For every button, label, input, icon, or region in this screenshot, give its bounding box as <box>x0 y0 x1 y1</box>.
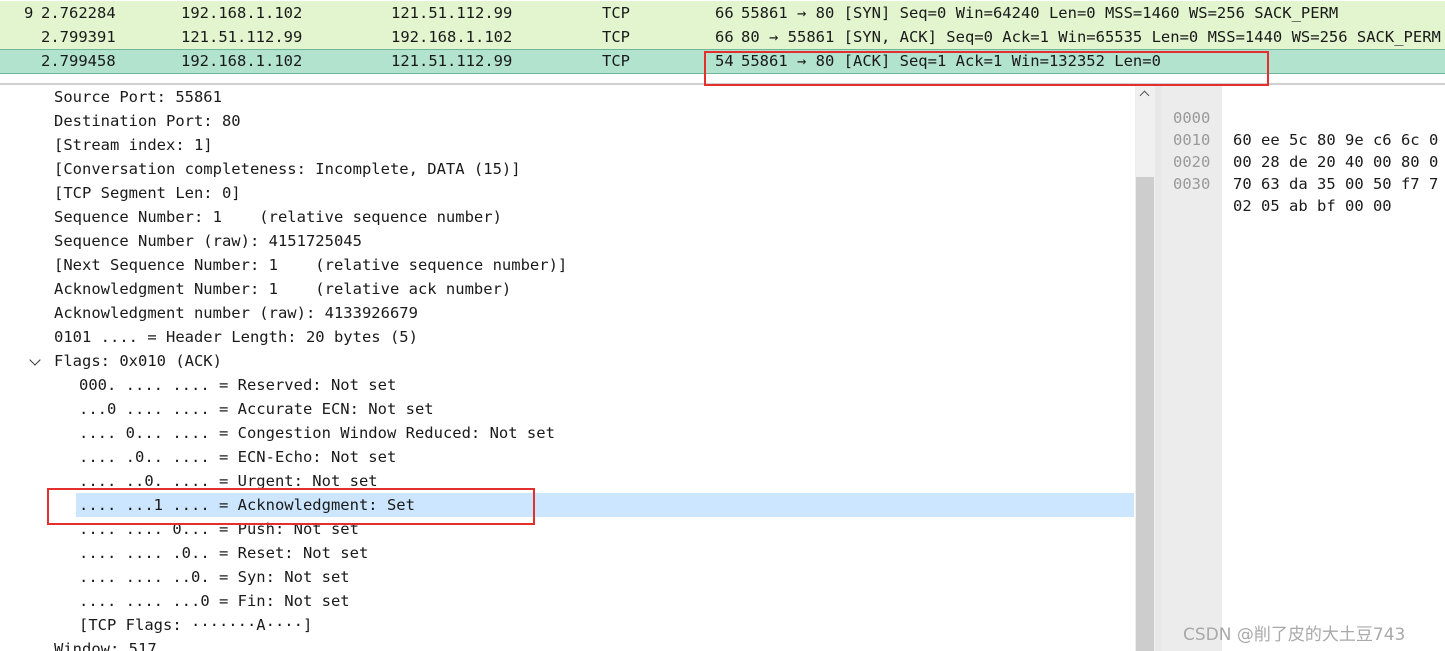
tree-item[interactable]: Acknowledgment number (raw): 4133926679 <box>0 301 1135 325</box>
scroll-up-icon[interactable] <box>1139 90 1150 101</box>
tree-item-flags[interactable]: Flags: 0x010 (ACK) <box>0 349 1135 373</box>
tree-item-label: .... .... ..0. = Syn: Not set <box>79 568 350 586</box>
tree-subitem[interactable]: .... .... ...0 = Fin: Not set <box>0 589 1135 613</box>
packet-row[interactable]: 9 2.762284 192.168.1.102 121.51.112.99 T… <box>0 1 1445 25</box>
bytes-row[interactable]: 0020 70 63 da 35 00 50 f7 7 <box>1162 129 1438 193</box>
tree-item-label: Acknowledgment number (raw): 4133926679 <box>54 304 418 322</box>
packet-info: 80 → 55861 [SYN, ACK] Seq=0 Ack=1 Win=65… <box>741 28 1441 46</box>
tree-subitem[interactable]: .... .... .0.. = Reset: Not set <box>0 541 1135 565</box>
tree-item-label: [TCP Flags: ·······A····] <box>79 616 313 634</box>
tree-item[interactable]: Acknowledgment Number: 1 (relative ack n… <box>0 277 1135 301</box>
tree-item-label: Sequence Number (raw): 4151725045 <box>54 232 362 250</box>
chevron-down-icon[interactable] <box>29 354 41 366</box>
packet-row[interactable]: 2.799391 121.51.112.99 192.168.1.102 TCP… <box>0 25 1445 49</box>
byte-hex: 00 28 de 20 40 00 80 0 <box>1233 153 1439 171</box>
annotation-box-ack-info <box>704 51 1269 86</box>
packet-destination: 121.51.112.99 <box>391 52 513 70</box>
packet-destination: 121.51.112.99 <box>391 4 513 22</box>
tree-item-label: Destination Port: 80 <box>54 112 241 130</box>
tree-item-label: Flags: 0x010 (ACK) <box>54 352 222 370</box>
tree-item-label: [Next Sequence Number: 1 (relative seque… <box>54 256 568 274</box>
tree-subitem[interactable]: .... 0... .... = Congestion Window Reduc… <box>0 421 1135 445</box>
tree-item[interactable]: [Next Sequence Number: 1 (relative seque… <box>0 253 1135 277</box>
bytes-row[interactable]: 0010 00 28 de 20 40 00 80 0 <box>1162 107 1438 171</box>
packet-source: 192.168.1.102 <box>181 52 303 70</box>
tree-item-label: Source Port: 55861 <box>54 88 222 106</box>
tree-item[interactable]: Sequence Number: 1 (relative sequence nu… <box>0 205 1135 229</box>
byte-hex: 60 ee 5c 80 9e c6 6c 0 <box>1233 131 1439 149</box>
tree-subitem[interactable]: ...0 .... .... = Accurate ECN: Not set <box>0 397 1135 421</box>
tree-item[interactable]: Window: 517 <box>0 637 1135 651</box>
tree-item-label: ...0 .... .... = Accurate ECN: Not set <box>79 400 434 418</box>
packet-length: 66 <box>715 28 734 46</box>
tree-item-label: 0101 .... = Header Length: 20 bytes (5) <box>54 328 418 346</box>
tree-item[interactable]: Destination Port: 80 <box>0 109 1135 133</box>
packet-protocol: TCP <box>602 4 630 22</box>
packet-source: 192.168.1.102 <box>181 4 303 22</box>
packet-info: 55861 → 80 [SYN] Seq=0 Win=64240 Len=0 M… <box>741 4 1339 22</box>
tree-item-label: .... .... .0.. = Reset: Not set <box>79 544 369 562</box>
tree-item-label: Sequence Number: 1 (relative sequence nu… <box>54 208 502 226</box>
tree-item-label: [Stream index: 1] <box>54 136 213 154</box>
byte-hex: 70 63 da 35 00 50 f7 7 <box>1233 175 1439 193</box>
byte-hex: 02 05 ab bf 00 00 <box>1233 197 1392 215</box>
tree-item[interactable]: [TCP Segment Len: 0] <box>0 181 1135 205</box>
packet-time: 2.799458 <box>41 52 116 70</box>
watermark: CSDN @削了皮的大土豆743 <box>1183 625 1406 645</box>
annotation-box-ack-flag <box>47 488 535 525</box>
pane-splitter-vertical[interactable] <box>1155 85 1162 651</box>
packet-details-pane[interactable]: Source Port: 55861 Destination Port: 80 … <box>0 85 1135 651</box>
tree-item-label: .... .0.. .... = ECN-Echo: Not set <box>79 448 397 466</box>
bytes-row[interactable]: 0000 60 ee 5c 80 9e c6 6c 0 <box>1162 85 1438 149</box>
packet-destination: 192.168.1.102 <box>391 28 513 46</box>
packet-source: 121.51.112.99 <box>181 28 303 46</box>
packet-time: 2.762284 <box>41 4 116 22</box>
tree-item[interactable]: Sequence Number (raw): 4151725045 <box>0 229 1135 253</box>
tree-item[interactable]: 0101 .... = Header Length: 20 bytes (5) <box>0 325 1135 349</box>
packet-length: 66 <box>715 4 734 22</box>
packet-time: 2.799391 <box>41 28 116 46</box>
tree-item[interactable]: Source Port: 55861 <box>0 85 1135 109</box>
bytes-row[interactable]: 0030 02 05 ab bf 00 00 <box>1162 151 1392 215</box>
tree-subitem[interactable]: .... .0.. .... = ECN-Echo: Not set <box>0 445 1135 469</box>
packet-protocol: TCP <box>602 28 630 46</box>
byte-offset: 0030 <box>1173 175 1211 193</box>
tree-subitem[interactable]: [TCP Flags: ·······A····] <box>0 613 1135 637</box>
packet-protocol: TCP <box>602 52 630 70</box>
tree-subitem[interactable]: .... .... ..0. = Syn: Not set <box>0 565 1135 589</box>
tree-item-label: .... .... ...0 = Fin: Not set <box>79 592 350 610</box>
packet-bytes-pane[interactable]: 0000 60 ee 5c 80 9e c6 6c 0 0010 00 28 d… <box>1162 85 1445 651</box>
tree-item-label: .... 0... .... = Congestion Window Reduc… <box>79 424 555 442</box>
tree-item[interactable]: [Conversation completeness: Incomplete, … <box>0 157 1135 181</box>
tree-item-label: Window: 517 <box>54 640 157 651</box>
tree-subitem[interactable]: 000. .... .... = Reserved: Not set <box>0 373 1135 397</box>
tree-item-label: [Conversation completeness: Incomplete, … <box>54 160 521 178</box>
packet-number: 9 <box>24 4 34 22</box>
details-scrollbar[interactable] <box>1135 85 1155 651</box>
tree-item[interactable]: [Stream index: 1] <box>0 133 1135 157</box>
tree-item-label: Acknowledgment Number: 1 (relative ack n… <box>54 280 512 298</box>
tree-item-label: [TCP Segment Len: 0] <box>54 184 241 202</box>
scrollbar-thumb[interactable] <box>1136 177 1154 651</box>
tree-item-label: 000. .... .... = Reserved: Not set <box>79 376 397 394</box>
